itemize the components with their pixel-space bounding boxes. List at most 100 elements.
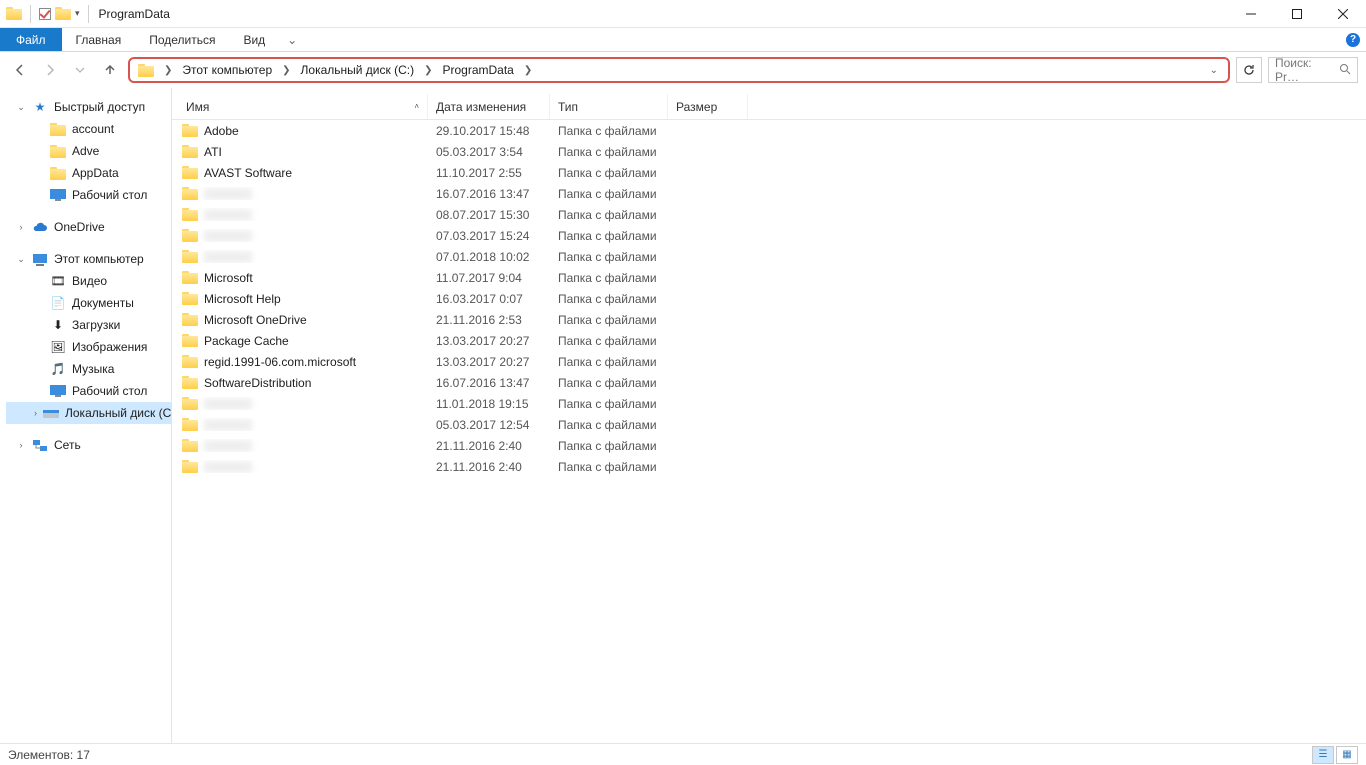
tree-label: Локальный диск (C:) [65,406,171,420]
tree-item-desktop[interactable]: Рабочий стол [6,184,171,206]
back-button[interactable] [8,58,32,82]
cell-name: SoftwareDistribution [172,376,428,390]
recent-locations-button[interactable] [68,58,92,82]
table-row[interactable]: Package Cache13.03.2017 20:27Папка с фай… [172,330,1366,351]
table-row[interactable]: SoftwareDistribution16.07.2016 13:47Папк… [172,372,1366,393]
breadcrumb-root-icon[interactable] [132,59,160,81]
forward-button[interactable] [38,58,62,82]
file-name [204,230,252,242]
table-row[interactable]: 16.07.2016 13:47Папка с файлами [172,183,1366,204]
table-row[interactable]: Microsoft OneDrive21.11.2016 2:53Папка с… [172,309,1366,330]
expand-icon[interactable]: › [16,440,26,450]
column-type[interactable]: Тип [550,94,668,119]
pc-icon [32,251,48,267]
tree-item-account[interactable]: account [6,118,171,140]
table-row[interactable]: regid.1991-06.com.microsoft13.03.2017 20… [172,351,1366,372]
tree-quick-access[interactable]: ⌄ ★ Быстрый доступ [6,96,171,118]
tree-onedrive[interactable]: › OneDrive [6,216,171,238]
network-icon [32,437,48,453]
desktop-icon [50,187,66,203]
breadcrumb-this-pc[interactable]: Этот компьютер [176,59,278,81]
folder-icon [182,229,198,242]
cell-name: regid.1991-06.com.microsoft [172,355,428,369]
column-label: Тип [558,100,578,114]
table-row[interactable]: ATI05.03.2017 3:54Папка с файлами [172,141,1366,162]
navigation-tree[interactable]: ⌄ ★ Быстрый доступ account Adve AppData … [0,88,172,743]
qat-folder-icon[interactable] [55,6,71,22]
up-button[interactable] [98,58,122,82]
cell-date: 13.03.2017 20:27 [428,334,550,348]
cell-name: AVAST Software [172,166,428,180]
collapse-icon[interactable]: ⌄ [16,254,26,265]
folder-icon [50,167,66,180]
table-row[interactable]: 11.01.2018 19:15Папка с файлами [172,393,1366,414]
folder-icon [182,334,198,347]
table-row[interactable]: 07.01.2018 10:02Папка с файлами [172,246,1366,267]
breadcrumb-programdata[interactable]: ProgramData [436,59,519,81]
cell-date: 13.03.2017 20:27 [428,355,550,369]
folder-icon [138,64,154,77]
maximize-button[interactable] [1274,0,1320,28]
minimize-button[interactable] [1228,0,1274,28]
status-text: Элементов: 17 [8,748,90,762]
cloud-icon [32,219,48,235]
help-button[interactable]: ? [1340,28,1366,51]
folder-icon [182,355,198,368]
icons-view-button[interactable]: ▦ [1336,746,1358,764]
tree-item-pictures[interactable]: 🖼Изображения [6,336,171,358]
chevron-right-icon[interactable]: ❯ [162,65,174,76]
tree-this-pc[interactable]: ⌄ Этот компьютер [6,248,171,270]
tree-network[interactable]: › Сеть [6,434,171,456]
table-row[interactable]: Microsoft Help16.03.2017 0:07Папка с фай… [172,288,1366,309]
table-row[interactable]: 08.07.2017 15:30Папка с файлами [172,204,1366,225]
tree-item-music[interactable]: 🎵Музыка [6,358,171,380]
table-row[interactable]: Adobe29.10.2017 15:48Папка с файлами [172,120,1366,141]
table-row[interactable]: 05.03.2017 12:54Папка с файлами [172,414,1366,435]
tree-item-appdata[interactable]: AppData [6,162,171,184]
tree-label: Быстрый доступ [54,100,145,114]
close-button[interactable] [1320,0,1366,28]
search-input[interactable]: Поиск: Pr… [1268,57,1358,83]
tree-label: Сеть [54,438,81,452]
table-row[interactable]: AVAST Software11.10.2017 2:55Папка с фай… [172,162,1366,183]
column-name[interactable]: Имя˄ [172,94,428,119]
ribbon-tab-share[interactable]: Поделиться [135,28,229,51]
tree-item-videos[interactable]: 🎞Видео [6,270,171,292]
column-headers: Имя˄ Дата изменения Тип Размер [172,94,1366,120]
content-area: ⌄ ★ Быстрый доступ account Adve AppData … [0,88,1366,743]
tree-item-downloads[interactable]: ⬇Загрузки [6,314,171,336]
file-name: Adobe [204,124,239,138]
cell-name [172,439,428,452]
collapse-icon[interactable]: ⌄ [16,102,26,113]
table-row[interactable]: Microsoft11.07.2017 9:04Папка с файлами [172,267,1366,288]
tree-item-documents[interactable]: 📄Документы [6,292,171,314]
cell-date: 05.03.2017 3:54 [428,145,550,159]
refresh-button[interactable] [1236,57,1262,83]
tree-item-desktop2[interactable]: Рабочий стол [6,380,171,402]
address-bar[interactable]: ❯ Этот компьютер ❯ Локальный диск (C:) ❯… [128,57,1230,83]
tree-item-adve[interactable]: Adve [6,140,171,162]
ribbon-file-tab[interactable]: Файл [0,28,62,51]
expand-icon[interactable]: › [16,222,26,232]
expand-icon[interactable]: › [34,408,37,418]
table-row[interactable]: 07.03.2017 15:24Папка с файлами [172,225,1366,246]
details-view-button[interactable]: ☰ [1312,746,1334,764]
file-rows[interactable]: Adobe29.10.2017 15:48Папка с файламиATI0… [172,120,1366,743]
breadcrumb-drive-c[interactable]: Локальный диск (C:) [295,59,421,81]
chevron-right-icon[interactable]: ❯ [422,65,434,76]
ribbon-tab-home[interactable]: Главная [62,28,136,51]
column-date[interactable]: Дата изменения [428,94,550,119]
address-history-dropdown[interactable]: ⌄ [1206,65,1222,76]
ribbon-expand-button[interactable]: ⌄ [279,28,305,51]
column-size[interactable]: Размер [668,94,748,119]
qat-properties-icon[interactable] [39,8,51,20]
folder-icon [182,460,198,473]
qat-customize-icon[interactable]: ▾ [75,8,80,19]
table-row[interactable]: 21.11.2016 2:40Папка с файлами [172,435,1366,456]
chevron-right-icon[interactable]: ❯ [522,65,534,76]
chevron-right-icon[interactable]: ❯ [280,65,292,76]
ribbon-tab-view[interactable]: Вид [229,28,279,51]
table-row[interactable]: 21.11.2016 2:40Папка с файлами [172,456,1366,477]
tree-item-drive-c[interactable]: › Локальный диск (C:) [6,402,171,424]
cell-date: 11.01.2018 19:15 [428,397,550,411]
